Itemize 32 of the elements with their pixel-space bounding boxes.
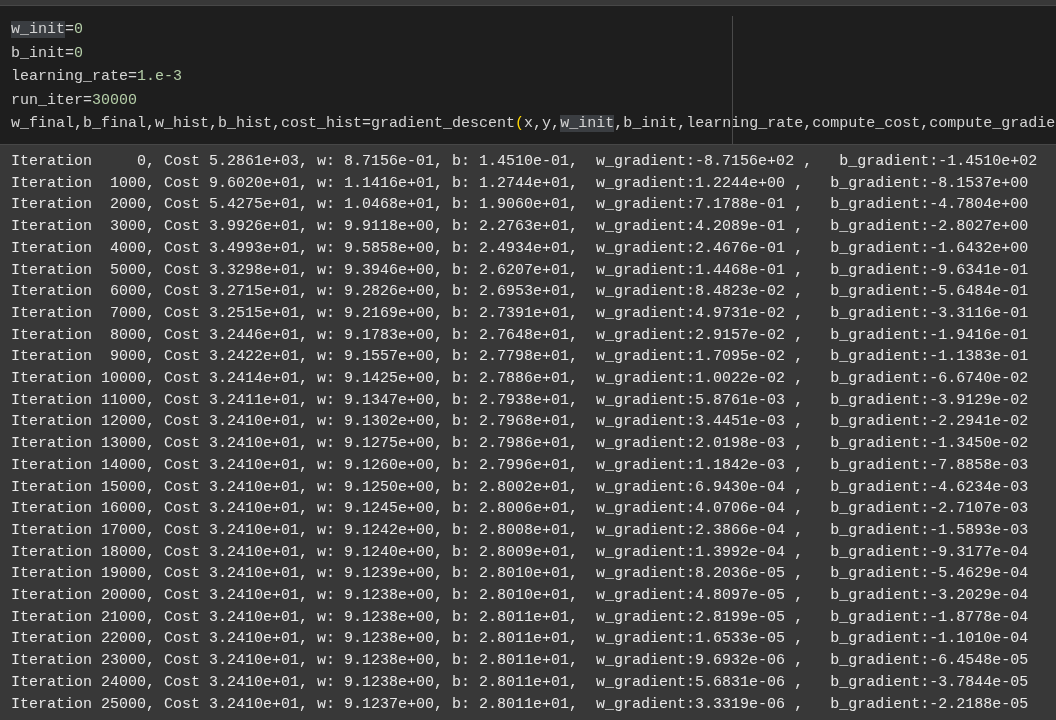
output-line: Iteration 21000, Cost 3.2410e+01, w: 9.1238e+00, b: 2.8011e+01, w_gradient:2.8199e-05 , b_gradient:-1.8778e-04 (11, 607, 1029, 628)
output-line: Iteration 24000, Cost 3.2410e+01, w: 9.1238e+00, b: 2.8011e+01, w_gradient:5.6831e-06 , b_gradient:-3.7844e-05 (11, 672, 1029, 693)
output-line: Iteration 3000, Cost 3.9926e+01, w: 9.9118e+00, b: 2.2763e+01, w_gradient:4.2089e-01 , b_gradient:-2.8027e+00 (11, 217, 1029, 238)
code-line: b_init=0 (11, 43, 84, 64)
output-line: Iteration 6000, Cost 3.2715e+01, w: 9.2826e+00, b: 2.6953e+01, w_gradient:8.4823e-02 , b_gradient:-5.6484e-01 (11, 282, 1029, 303)
output-line: Iteration 13000, Cost 3.2410e+01, w: 9.1275e+00, b: 2.7986e+01, w_gradient:2.0198e-03 , b_gradient:-1.3450e-02 (11, 434, 1029, 455)
output-line: Iteration 7000, Cost 3.2515e+01, w: 9.2169e+00, b: 2.7391e+01, w_gradient:4.9731e-02 , b_gradient:-3.3116e-01 (11, 303, 1029, 324)
output-line: Iteration 2000, Cost 5.4275e+01, w: 1.0468e+01, b: 1.9060e+01, w_gradient:7.1788e-01 , b_gradient:-4.7804e+00 (11, 195, 1029, 216)
code-line: run_iter=30000 (11, 90, 138, 111)
output-line: Iteration 11000, Cost 3.2411e+01, w: 9.1347e+00, b: 2.7938e+01, w_gradient:5.8761e-03 , b_gradient:-3.9129e-02 (11, 390, 1029, 411)
output-line: Iteration 20000, Cost 3.2410e+01, w: 9.1238e+00, b: 2.8010e+01, w_gradient:4.8097e-05 , b_gradient:-3.2029e-04 (11, 586, 1029, 607)
output-line: Iteration 0, Cost 5.2861e+03, w: 8.7156e-01, b: 1.4510e-01, w_gradient:-8.7156e+02 , b_gradient:-1.4510e+02 (11, 152, 1038, 172)
code-line: w_final,b_final,w_hist,b_hist,cost_hist=gradient_descent(x,y,w_init,b_init,learning_rate,compute_cost,compute_gradie (11, 114, 1056, 134)
output-line: Iteration 18000, Cost 3.2410e+01, w: 9.1240e+00, b: 2.8009e+01, w_gradient:1.3992e-04 , b_gradient:-9.3177e-04 (11, 542, 1029, 563)
output-line: Iteration 23000, Cost 3.2410e+01, w: 9.1238e+00, b: 2.8011e+01, w_gradient:9.6932e-06 , b_gradient:-6.4548e-05 (11, 651, 1029, 672)
output-line: Iteration 16000, Cost 3.2410e+01, w: 9.1245e+00, b: 2.8006e+01, w_gradient:4.0706e-04 , b_gradient:-2.7107e-03 (11, 499, 1029, 520)
output-line: Iteration 12000, Cost 3.2410e+01, w: 9.1302e+00, b: 2.7968e+01, w_gradient:3.4451e-03 , b_gradient:-2.2941e-02 (11, 412, 1029, 433)
output-line: Iteration 17000, Cost 3.2410e+01, w: 9.1242e+00, b: 2.8008e+01, w_gradient:2.3866e-04 , b_gradient:-1.5893e-03 (11, 520, 1029, 541)
output-line: Iteration 8000, Cost 3.2446e+01, w: 9.1783e+00, b: 2.7648e+01, w_gradient:2.9157e-02 , b_gradient:-1.9416e-01 (11, 325, 1029, 346)
output-line: Iteration 15000, Cost 3.2410e+01, w: 9.1250e+00, b: 2.8002e+01, w_gradient:6.9430e-04 , b_gradient:-4.6234e-03 (11, 477, 1029, 498)
output-line: Iteration 4000, Cost 3.4993e+01, w: 9.5858e+00, b: 2.4934e+01, w_gradient:2.4676e-01 , b_gradient:-1.6432e+00 (11, 238, 1029, 259)
output-line: Iteration 19000, Cost 3.2410e+01, w: 9.1239e+00, b: 2.8010e+01, w_gradient:8.2036e-05 , b_gradient:-5.4629e-04 (11, 564, 1029, 585)
output-line: Iteration 10000, Cost 3.2414e+01, w: 9.1425e+00, b: 2.7886e+01, w_gradient:1.0022e-02 , b_gradient:-6.6740e-02 (11, 369, 1029, 390)
output-line: Iteration 22000, Cost 3.2410e+01, w: 9.1238e+00, b: 2.8011e+01, w_gradient:1.6533e-05 , b_gradient:-1.1010e-04 (11, 629, 1029, 650)
code-line: w_init=0 (11, 20, 84, 40)
output-line: Iteration 9000, Cost 3.2422e+01, w: 9.1557e+00, b: 2.7798e+01, w_gradient:1.7095e-02 , b_gradient:-1.1383e-01 (11, 347, 1029, 368)
code-cell[interactable]: w_init=0 b_init=0 learning_rate=1.e-3 run_iter=30000 w_final,b_final,w_hist,b_hist,cost_hist=gradient_descent(x,y,w_init,b_init,learning_rate,compute_cost,compute_gradie (0, 5, 1056, 145)
output-line: Iteration 1000, Cost 9.6020e+01, w: 1.1416e+01, b: 1.2744e+01, w_gradient:1.2244e+00 , b_gradient:-8.1537e+00 (11, 173, 1029, 194)
code-line: learning_rate=1.e-3 (11, 67, 183, 87)
output-line: Iteration 5000, Cost 3.3298e+01, w: 9.3946e+00, b: 2.6207e+01, w_gradient:1.4468e-01 , b_gradient:-9.6341e-01 (11, 260, 1029, 281)
output-line: Iteration 14000, Cost 3.2410e+01, w: 9.1260e+00, b: 2.7996e+01, w_gradient:1.1842e-03 , b_gradient:-7.8858e-03 (11, 455, 1029, 476)
output-line: Iteration 25000, Cost 3.2410e+01, w: 9.1237e+00, b: 2.8011e+01, w_gradient:3.3319e-06 , b_gradient:-2.2188e-05 (11, 694, 1029, 715)
